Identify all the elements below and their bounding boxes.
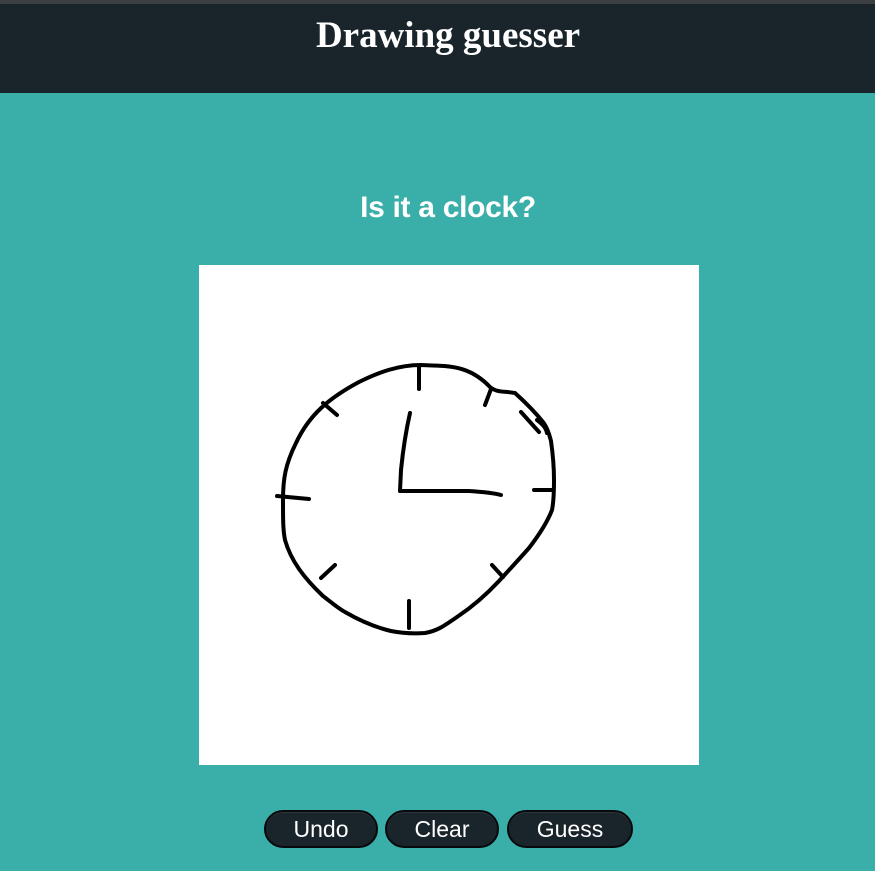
tick-11 — [321, 401, 339, 417]
guess-button[interactable]: Guess — [507, 810, 633, 848]
app-title: Drawing guesser — [315, 15, 581, 56]
tick-4 — [490, 563, 505, 579]
minute-hand — [398, 411, 412, 493]
drawing-canvas[interactable] — [199, 265, 699, 765]
undo-button[interactable]: Undo — [264, 810, 378, 848]
guess-result-text: Is it a clock? — [360, 191, 536, 224]
clock-sketch — [275, 363, 556, 636]
tick-1 — [483, 387, 493, 407]
clear-button[interactable]: Clear — [385, 810, 499, 848]
hour-hand — [398, 489, 503, 497]
tick-8 — [319, 563, 337, 580]
app-header: Drawing guesser — [0, 4, 875, 93]
